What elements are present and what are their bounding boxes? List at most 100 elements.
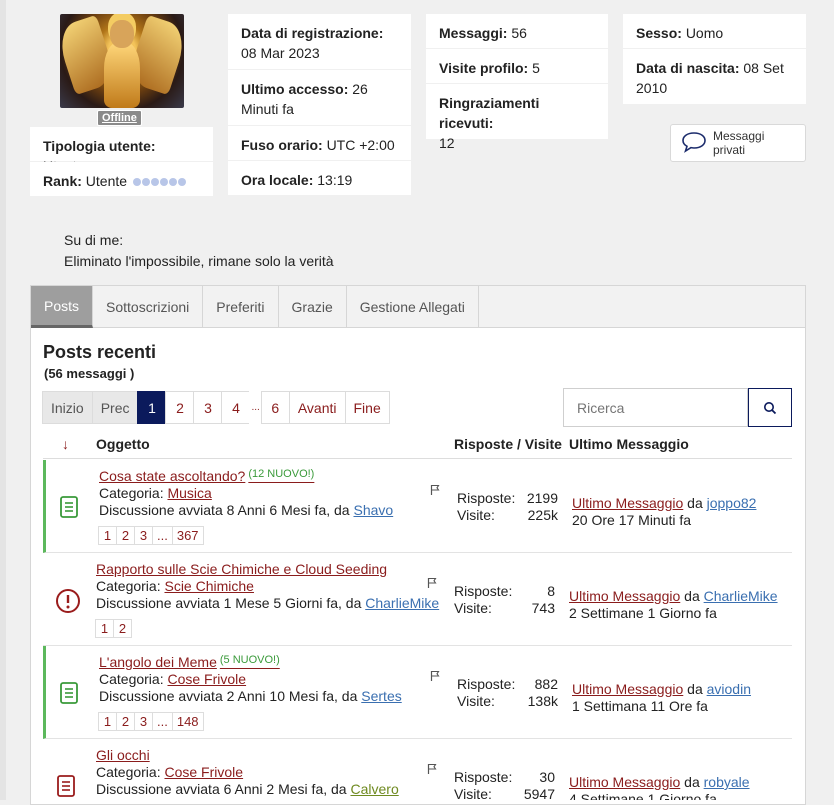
search-icon: [764, 401, 777, 414]
last-message-link[interactable]: Ultimo Messaggio: [572, 495, 683, 511]
starter-link[interactable]: Shavo: [353, 502, 393, 518]
sort-arrow-icon[interactable]: ↓: [62, 436, 69, 452]
started-text: Discussione avviata 2 Anni 10 Mesi fa,: [99, 688, 338, 704]
topic-page-ellipsis: ...: [152, 526, 173, 545]
topic-page[interactable]: 3: [134, 526, 153, 545]
last-message: Ultimo Messaggio da CharlieMike: [569, 588, 778, 604]
last-message-link[interactable]: Ultimo Messaggio: [572, 681, 683, 697]
last-message-link[interactable]: Ultimo Messaggio: [569, 588, 680, 604]
starter-link[interactable]: Sertes: [361, 688, 401, 704]
category-link[interactable]: Musica: [167, 485, 211, 501]
last-message-link[interactable]: Ultimo Messaggio: [569, 774, 680, 790]
by-label: da: [684, 588, 700, 604]
topic-page[interactable]: 3: [134, 712, 153, 731]
flag-icon[interactable]: [427, 577, 437, 592]
last-user-link[interactable]: CharlieMike: [704, 588, 778, 604]
pager-prev[interactable]: Prec: [91, 391, 139, 424]
replies-count: 882: [534, 676, 558, 692]
category-link[interactable]: Cose Frivole: [167, 671, 246, 687]
topic-started: Discussione avviata 6 Anni 2 Mesi fa, da…: [96, 781, 399, 797]
topic-subject-link[interactable]: Cosa state ascoltando? (12 NUOVO!): [99, 468, 314, 484]
starter-link[interactable]: CharlieMike: [365, 595, 439, 611]
registration-label: Data di registrazione:: [241, 25, 384, 41]
private-messages-label: Messaggi privati: [713, 129, 765, 157]
topic-subject-link[interactable]: L'angolo dei Meme (5 NUOVO!): [99, 654, 280, 670]
search-button[interactable]: [748, 388, 792, 427]
table-row: Rapporto sulle Scie Chimiche e Cloud See…: [43, 553, 792, 646]
flag-icon[interactable]: [430, 484, 440, 499]
topic-page[interactable]: 2: [116, 526, 135, 545]
topic-page[interactable]: 1: [98, 712, 117, 731]
table-row: Cosa state ascoltando? (12 NUOVO!) Catego…: [43, 460, 792, 553]
thanks-card: Ringraziamenti ricevuti: 12: [426, 84, 608, 151]
topic-pager: 1 2: [95, 619, 132, 638]
messages-label: Messaggi:: [439, 25, 508, 41]
flag-icon[interactable]: [427, 763, 437, 778]
replies-count: 2199: [526, 490, 558, 506]
tab-subscriptions[interactable]: Sottoscrizioni: [93, 286, 204, 328]
rank-value: Utente: [85, 173, 128, 189]
topic-page[interactable]: 2: [113, 619, 132, 638]
last-user-link[interactable]: joppo82: [707, 495, 757, 511]
tab-favorites[interactable]: Preferiti: [203, 286, 279, 328]
topic-page[interactable]: 148: [171, 712, 204, 731]
topic-read-icon: [58, 495, 80, 522]
starter-link[interactable]: Calvero: [350, 781, 398, 797]
pager-first[interactable]: Inizio: [42, 391, 93, 424]
category-label: Categoria:: [99, 485, 164, 501]
tab-posts[interactable]: Posts: [31, 286, 94, 328]
started-text: Discussione avviata 8 Anni 6 Mesi fa,: [99, 502, 331, 518]
pager-page-2[interactable]: 2: [165, 391, 195, 424]
topic-pager: 1 2 3 ... 367: [98, 526, 204, 545]
topic-category: Categoria: Musica: [99, 485, 212, 501]
sex-label: Sesso:: [636, 25, 682, 41]
topic-page[interactable]: 1: [98, 526, 117, 545]
by-label: da: [684, 774, 700, 790]
topic-page[interactable]: 367: [171, 526, 204, 545]
col-last[interactable]: Ultimo Messaggio: [569, 436, 689, 452]
category-link[interactable]: Scie Chimiche: [164, 578, 253, 594]
pager-page-6[interactable]: 6: [260, 391, 290, 424]
topic-category: Categoria: Cose Frivole: [99, 671, 246, 687]
pager-last[interactable]: Fine: [344, 391, 390, 424]
last-message: Ultimo Messaggio da robyale: [569, 774, 750, 790]
pager-next[interactable]: Avanti: [288, 391, 346, 424]
topic-read-icon: [58, 681, 80, 708]
category-label: Categoria:: [96, 764, 161, 780]
visits-label: Visite:: [457, 507, 495, 523]
pager-page-3[interactable]: 3: [193, 391, 223, 424]
last-message: Ultimo Messaggio da aviodin: [572, 681, 751, 697]
last-time: 2 Settimane 1 Giorno fa: [569, 605, 717, 621]
registration-card: Data di registrazione: 08 Mar 2023: [228, 14, 411, 69]
chat-bubble-icon: [681, 131, 707, 156]
col-subject[interactable]: Oggetto: [96, 436, 150, 452]
pager-page-1[interactable]: 1: [137, 391, 167, 424]
avatar[interactable]: [60, 14, 184, 108]
messages-card: Messaggi: 56: [426, 14, 608, 48]
pager-page-4[interactable]: 4: [221, 391, 251, 424]
search-input[interactable]: [563, 388, 748, 427]
topic-page[interactable]: 1: [95, 619, 114, 638]
flag-icon[interactable]: [430, 670, 440, 685]
last-user-link[interactable]: robyale: [704, 774, 750, 790]
pagination: Inizio Prec 1 2 3 4 ... 6 Avanti Fine: [42, 391, 390, 424]
topic-subject-link[interactable]: Gli occhi: [96, 747, 150, 763]
tab-thanks[interactable]: Grazie: [279, 286, 347, 328]
visits-count: 743: [531, 600, 555, 616]
topic-page[interactable]: 2: [116, 712, 135, 731]
last-user-link[interactable]: aviodin: [707, 681, 751, 697]
new-badge: (5 NUOVO!): [219, 654, 280, 666]
topic-subject-link[interactable]: Rapporto sulle Scie Chimiche e Cloud See…: [96, 561, 387, 577]
private-messages-button[interactable]: Messaggi privati: [670, 124, 806, 162]
alert-icon: [55, 588, 81, 617]
avatar-image: [60, 14, 184, 108]
replies-count: 30: [539, 769, 555, 785]
last-time: 20 Ore 17 Minuti fa: [572, 512, 692, 528]
tab-attachments[interactable]: Gestione Allegati: [347, 286, 479, 328]
started-by: da: [331, 781, 347, 797]
rank-card: Rank: Utente: [30, 162, 213, 196]
topic-page-ellipsis: ...: [152, 712, 173, 731]
topic-subject: Rapporto sulle Scie Chimiche e Cloud See…: [96, 561, 388, 577]
col-replies[interactable]: Risposte / Visite: [454, 436, 562, 452]
category-link[interactable]: Cose Frivole: [164, 764, 243, 780]
